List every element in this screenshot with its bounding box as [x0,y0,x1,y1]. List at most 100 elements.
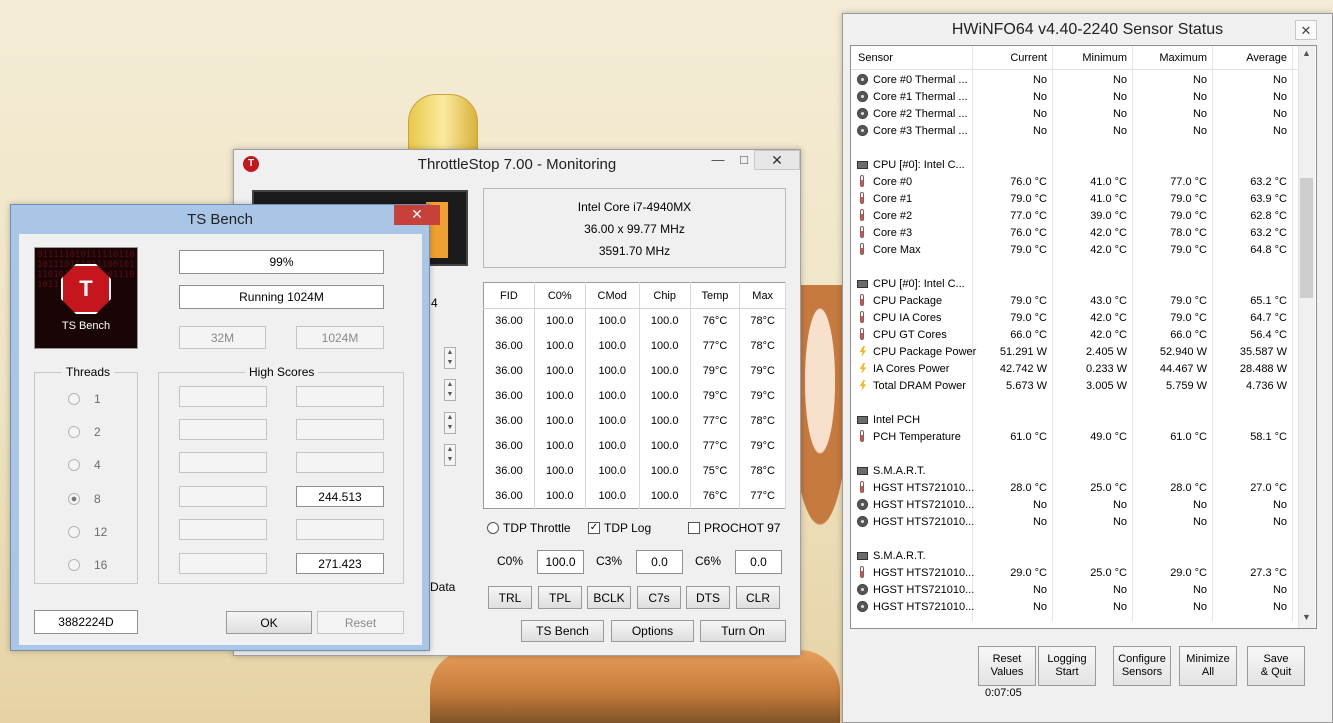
sensor-row[interactable]: IA Cores Power 42.742 W 0.233 W 44.467 W 28.… [851,360,1299,377]
sensor-row[interactable]: S.M.A.R.T. [851,462,1299,479]
thread-radio-selected[interactable] [68,493,80,505]
sensor-row[interactable]: CPU GT Cores 66.0 °C 42.0 °C 66.0 °C 56.4 °C [851,326,1299,343]
sensor-list-scrollbar[interactable]: ▲ ▼ [1298,46,1315,628]
column-maximum[interactable]: Maximum [1131,46,1207,69]
core-row: 36.00 100.0 100.0 100.0 77°C 79°C [483,433,786,459]
clr-button[interactable]: CLR [736,586,780,609]
tdp-throttle-option[interactable]: TDP Throttle [487,521,571,535]
sensor-row[interactable]: Core #2 77.0 °C 39.0 °C 79.0 °C 62.8 °C [851,207,1299,224]
sensor-row[interactable]: HGST HTS721010... 29.0 °C 25.0 °C 29.0 °C 27… [851,564,1299,581]
thread-option-4[interactable]: 4 [68,458,101,472]
thread-option-12[interactable]: 12 [68,525,107,539]
sensor-row[interactable]: PCH Temperature 61.0 °C 49.0 °C 61.0 °C 58.1… [851,428,1299,445]
reset-values-button[interactable]: Reset Values [978,646,1036,686]
sensor-row[interactable] [851,258,1299,275]
ok-button[interactable]: OK [226,611,312,634]
spinner-1[interactable]: ▲ ▼ [444,347,456,369]
sensor-row[interactable]: CPU Package 79.0 °C 43.0 °C 79.0 °C 65.1 °C [851,292,1299,309]
logging-start-button[interactable]: Logging Start [1038,646,1096,686]
thread-radio[interactable] [68,426,80,438]
scrollbar-thumb[interactable] [1300,178,1313,298]
sensor-row[interactable]: HGST HTS721010... 28.0 °C 25.0 °C 28.0 °C 27… [851,479,1299,496]
sensor-row[interactable]: HGST HTS721010... No No No No [851,581,1299,598]
thread-option-1[interactable]: 1 [68,392,101,406]
sensor-row[interactable]: CPU IA Cores 79.0 °C 42.0 °C 79.0 °C 64.7 °C [851,309,1299,326]
thread-radio[interactable] [68,559,80,571]
sensor-row[interactable] [851,445,1299,462]
thread-radio[interactable] [68,459,80,471]
scroll-down-arrow-icon[interactable]: ▼ [1302,612,1311,622]
turn-on-button[interactable]: Turn On [700,620,786,642]
sensor-row[interactable]: S.M.A.R.T. [851,547,1299,564]
sensor-avg [1211,394,1287,411]
sensor-row[interactable]: CPU [#0]: Intel C... [851,156,1299,173]
sensor-min: No [1112,498,1127,511]
options-button[interactable]: Options [611,620,694,642]
prochot-checkbox[interactable] [688,522,700,534]
ts-bench-titlebar[interactable]: TS Bench [11,205,429,233]
sensor-row[interactable]: Intel PCH [851,411,1299,428]
column-minimum[interactable]: Minimum [1051,46,1127,69]
thread-option-2[interactable]: 2 [68,425,101,439]
reset-button[interactable]: Reset [317,611,404,634]
thread-option-16[interactable]: 16 [68,558,107,572]
spinner-2[interactable]: ▲ ▼ [444,379,456,401]
thread-radio[interactable] [68,526,80,538]
sensor-name: Core #0 Thermal ... [873,73,968,86]
sensor-row[interactable] [851,530,1299,547]
sensor-row[interactable]: Core Max 79.0 °C 42.0 °C 79.0 °C 64.8 °C [851,241,1299,258]
column-average[interactable]: Average [1211,46,1287,69]
sensor-row[interactable]: Core #2 Thermal ... No No No No [851,105,1299,122]
sensor-row[interactable]: Core #3 76.0 °C 42.0 °C 78.0 °C 63.2 °C [851,224,1299,241]
thread-radio[interactable] [68,393,80,405]
sensor-row[interactable]: Total DRAM Power 5.673 W 3.005 W 5.759 W 4.7… [851,377,1299,394]
sensor-row[interactable]: CPU [#0]: Intel C... [851,275,1299,292]
hwinfo-titlebar[interactable]: HWiNFO64 v4.40-2240 Sensor Status [843,14,1332,46]
core-row: 36.00 100.0 100.0 100.0 79°C 79°C [483,358,786,384]
sensor-avg [1211,156,1287,173]
minimize-all-button[interactable]: Minimize All [1179,646,1237,686]
spinner-3[interactable]: ▲ ▼ [444,412,456,434]
tdp-log-option[interactable]: ✓ TDP Log [588,521,651,535]
trl-button[interactable]: TRL [488,586,532,609]
sensor-row[interactable]: HGST HTS721010... No No No No [851,496,1299,513]
save-quit-button[interactable]: Save & Quit [1247,646,1305,686]
sensor-row[interactable]: Core #3 Thermal ... No No No No [851,122,1299,139]
size-32m-button[interactable]: 32M [179,326,266,349]
sensor-row[interactable]: CPU Package Power 51.291 W 2.405 W 52.940 W… [851,343,1299,360]
score-time-16 [179,553,267,574]
scroll-up-arrow-icon[interactable]: ▲ [1302,48,1311,58]
spinner-4[interactable]: ▲ ▼ [444,444,456,466]
sensor-row[interactable]: Core #1 Thermal ... No No No No [851,88,1299,105]
sensor-row[interactable]: Core #0 76.0 °C 41.0 °C 77.0 °C 63.2 °C [851,173,1299,190]
sensor-cur: 79.0 °C [1010,294,1047,307]
sensor-row[interactable]: Core #1 79.0 °C 41.0 °C 79.0 °C 63.9 °C [851,190,1299,207]
tpl-button[interactable]: TPL [538,586,582,609]
minimize-button[interactable]: — [704,150,732,170]
tdp-throttle-radio[interactable] [487,522,499,534]
configure-sensors-button[interactable]: Configure Sensors [1113,646,1171,686]
thread-option-8[interactable]: 8 [68,492,101,506]
progress-field: 99% [179,250,384,274]
close-button[interactable]: ✕ [394,205,440,225]
tdp-log-checkbox[interactable]: ✓ [588,522,600,534]
sensor-row[interactable]: Core #0 Thermal ... No No No No [851,71,1299,88]
close-button[interactable]: ✕ [754,150,800,170]
sensor-row[interactable] [851,139,1299,156]
chip-icon [857,161,868,169]
wallpaper-bottle [408,94,478,154]
column-sensor[interactable]: Sensor [858,46,958,69]
column-current[interactable]: Current [971,46,1047,69]
sensor-row[interactable]: HGST HTS721010... No No No No [851,513,1299,530]
sensor-row[interactable]: HGST HTS721010... No No No No [851,598,1299,615]
close-button[interactable]: ✕ [1295,20,1317,40]
ts-bench-button[interactable]: TS Bench [521,620,604,642]
bclk-button[interactable]: BCLK [587,586,631,609]
sensor-row[interactable] [851,394,1299,411]
c7s-button[interactable]: C7s [637,586,681,609]
disk-icon [857,74,868,85]
sensor-name: Intel PCH [873,413,921,426]
prochot-option[interactable]: PROCHOT 97 [688,521,780,535]
dts-button[interactable]: DTS [686,586,730,609]
size-1024m-button[interactable]: 1024M [296,326,384,349]
